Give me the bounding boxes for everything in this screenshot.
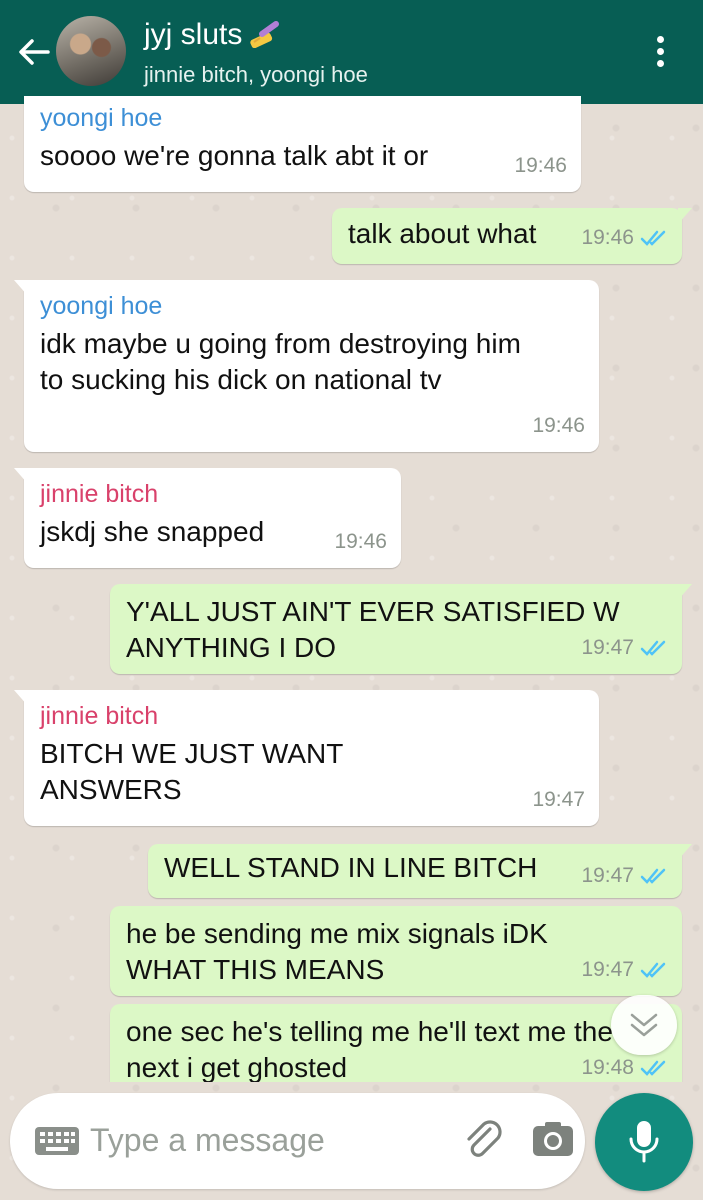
microphone-icon [629, 1121, 659, 1163]
voice-message-button[interactable] [595, 1093, 693, 1191]
message-text: one sec he's telling me he'll text me th… [126, 1016, 613, 1082]
double-chevron-down-icon [630, 1013, 658, 1037]
message-input[interactable] [90, 1117, 440, 1163]
double-check-read-icon [640, 1060, 666, 1076]
message-time: 19:48 [581, 1056, 634, 1079]
paperclip-icon[interactable] [460, 1117, 506, 1163]
message-bubble-outgoing[interactable]: one sec he's telling me he'll text me th… [110, 1004, 682, 1082]
scroll-to-bottom-button[interactable] [611, 995, 677, 1055]
camera-icon[interactable] [530, 1117, 576, 1163]
message-composer [10, 1093, 585, 1189]
keyboard-icon[interactable] [34, 1126, 80, 1156]
message-list-clip: one sec he's telling me he'll text me th… [0, 0, 703, 1082]
